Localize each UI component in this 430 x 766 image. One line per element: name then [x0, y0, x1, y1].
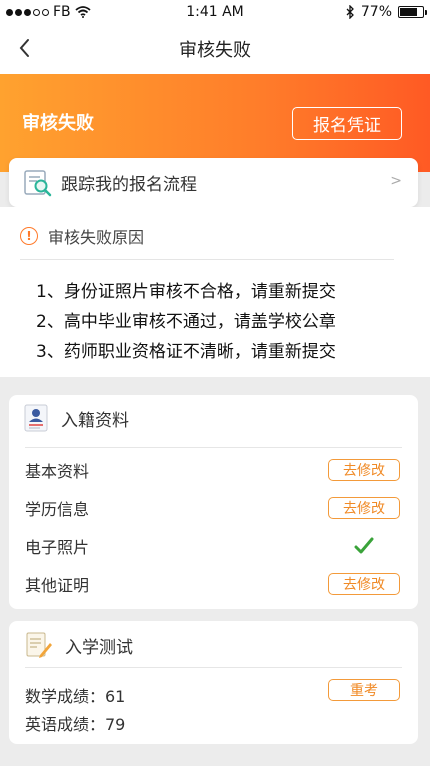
enrollment-row-basic-info: 基本资料 去修改 [25, 457, 400, 483]
enrollment-header: 入籍资料 [23, 404, 129, 432]
entrance-test-card: 入学测试 数学成绩：61 英语成绩：79 重考 [9, 621, 418, 744]
row-label: 其他证明 [25, 576, 90, 595]
battery-percent: 77% [360, 4, 392, 20]
english-score: 英语成绩：79 [25, 715, 126, 734]
track-process-card[interactable]: 跟踪我的报名流程 > [9, 158, 418, 207]
edit-basic-info-button[interactable]: 去修改 [328, 459, 400, 481]
divider [20, 259, 394, 260]
banner-title: 审核失败 [22, 113, 94, 134]
enrollment-title: 入籍资料 [61, 410, 129, 431]
chevron-left-icon[interactable] [14, 36, 38, 60]
check-icon [328, 537, 400, 555]
test-title: 入学测试 [65, 637, 133, 658]
bluetooth-icon [346, 5, 354, 19]
chevron-right-icon: > [390, 173, 402, 189]
divider [25, 667, 402, 668]
enrollment-card: 入籍资料 基本资料 去修改 学历信息 去修改 电子照片 其他证明 去修改 [9, 395, 418, 609]
wifi-icon [75, 6, 91, 18]
edit-other-proof-button[interactable]: 去修改 [328, 573, 400, 595]
edit-education-button[interactable]: 去修改 [328, 497, 400, 519]
enrollment-row-other: 其他证明 去修改 [25, 571, 400, 597]
track-process-label: 跟踪我的报名流程 [61, 175, 197, 195]
row-label: 学历信息 [25, 500, 90, 519]
status-left: FB [6, 4, 91, 20]
reason-list: 1、身份证照片审核不合格，请重新提交 2、高中毕业审核不通过，请盖学校公章 3、… [36, 277, 336, 367]
enrollment-row-education: 学历信息 去修改 [25, 495, 400, 521]
signal-icon [6, 8, 49, 16]
exam-paper-icon [26, 632, 52, 658]
profile-card-icon [24, 404, 48, 432]
math-score: 数学成绩：61 [25, 687, 126, 706]
divider [25, 447, 402, 448]
reason-item: 3、药师职业资格证不清晰，请重新提交 [36, 342, 336, 362]
registration-voucher-button[interactable]: 报名凭证 [292, 107, 402, 140]
battery-icon [398, 6, 427, 18]
reason-header: ! 审核失败原因 [20, 224, 144, 248]
status-right: 77% [345, 4, 427, 20]
reason-item: 2、高中毕业审核不通过，请盖学校公章 [36, 312, 336, 332]
row-label: 电子照片 [25, 538, 90, 557]
row-label: 基本资料 [25, 462, 90, 481]
battery-level [400, 8, 417, 16]
retake-test-button[interactable]: 重考 [328, 679, 400, 701]
carrier-label: FB [53, 4, 71, 20]
reason-item: 1、身份证照片审核不合格，请重新提交 [36, 282, 336, 302]
page-title: 审核失败 [179, 40, 251, 61]
warning-icon: ! [20, 227, 38, 245]
failure-reason-section: ! 审核失败原因 1、身份证照片审核不合格，请重新提交 2、高中毕业审核不通过，… [0, 207, 430, 377]
enrollment-row-photo: 电子照片 [25, 533, 400, 559]
nav-bar: 审核失败 [0, 24, 430, 74]
reason-title: 审核失败原因 [48, 228, 145, 247]
document-search-icon [24, 169, 52, 196]
status-bar: FB 1:41 AM 77% [0, 0, 430, 24]
test-header: 入学测试 [25, 631, 133, 659]
